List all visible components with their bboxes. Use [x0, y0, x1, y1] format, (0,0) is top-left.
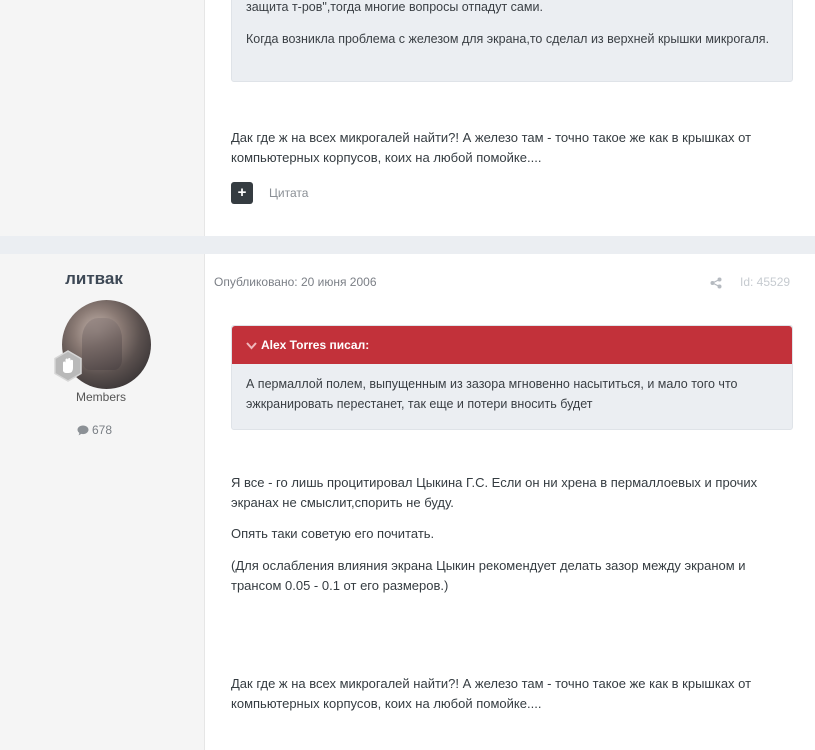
chevron-down-icon[interactable]	[246, 342, 257, 350]
quote-author: Alex Torres писал:	[261, 338, 370, 352]
post-count-value: 678	[92, 423, 113, 437]
post-count: 678	[77, 423, 112, 437]
comment-icon	[77, 425, 89, 436]
quote-header[interactable]: Alex Torres писал:	[232, 326, 792, 364]
multiquote-plus-button[interactable]: +	[231, 182, 253, 204]
quote-block: защита т-ров",тогда многие вопросы отпад…	[231, 0, 793, 82]
quote-link[interactable]: Цитата	[269, 186, 308, 200]
post-paragraph: Опять таки советую его почитать.	[231, 526, 435, 541]
post-previous: защита т-ров",тогда многие вопросы отпад…	[0, 0, 815, 236]
member-group: Members	[75, 390, 126, 404]
post-id[interactable]: Id: 45529	[740, 275, 790, 289]
author-name[interactable]: литвак	[0, 269, 188, 289]
share-icon[interactable]	[710, 277, 722, 289]
author-column: литвак Members 678	[0, 254, 205, 750]
post-date[interactable]: Опубликовано: 20 июня 2006	[214, 275, 377, 289]
quote-block: Alex Torres писал: А пермаллой полем, вы…	[231, 325, 793, 430]
rank-badge-icon	[54, 350, 82, 382]
quote-line: защита т-ров",тогда многие вопросы отпад…	[246, 0, 543, 14]
post-text: Дак где ж на всех микрогалей найти?! А ж…	[231, 130, 752, 165]
quote-line: Когда возникла проблема с железом для эк…	[246, 32, 770, 46]
post-current: литвак Members 678 Опубликовано: 20 июня…	[0, 254, 815, 750]
author-column	[0, 0, 205, 236]
post-paragraph: Я все - го лишь процитировал Цыкина Г.С.…	[231, 475, 758, 510]
quote-text: А пермаллой полем, выпущенным из зазора …	[246, 377, 738, 411]
post-paragraph: (Для ослабления влияния экрана Цыкин рек…	[231, 558, 746, 593]
post-paragraph: Дак где ж на всех микрогалей найти?! А ж…	[231, 676, 752, 711]
